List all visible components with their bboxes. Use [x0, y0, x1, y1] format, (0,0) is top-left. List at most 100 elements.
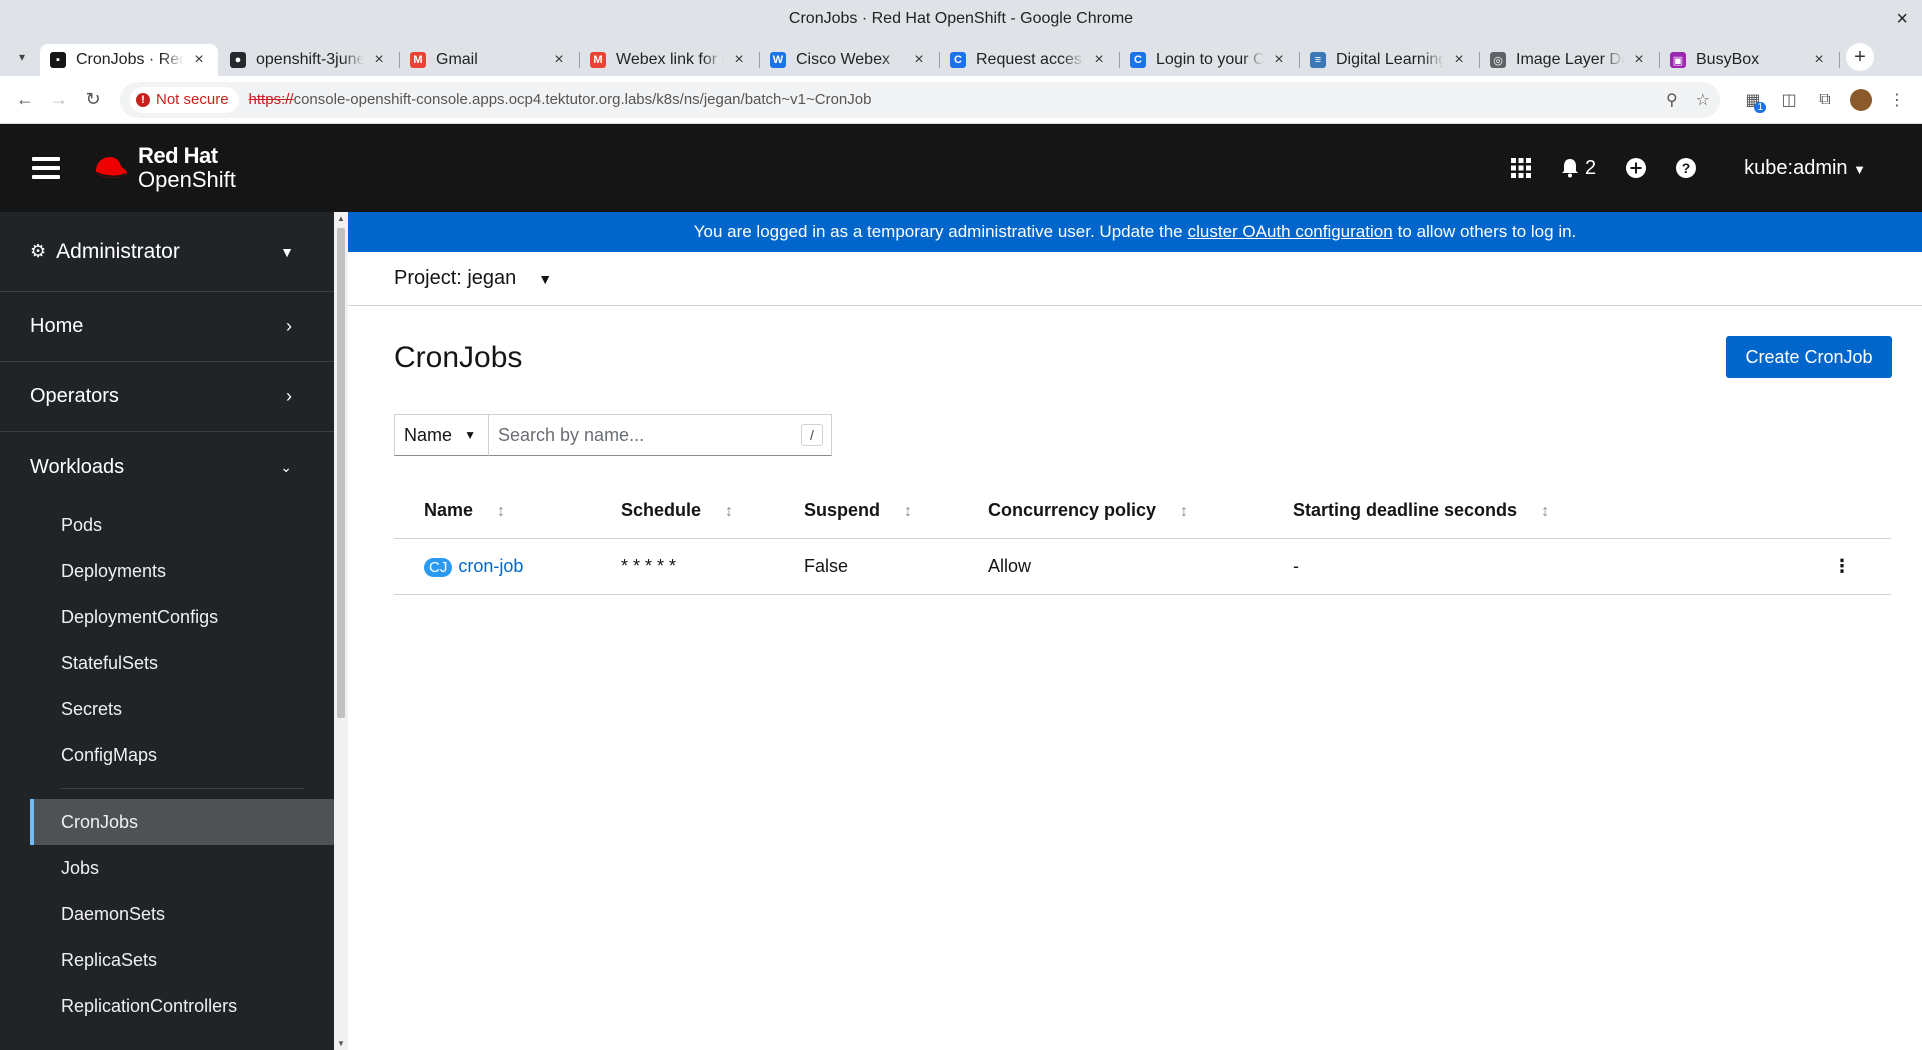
new-tab-button[interactable]: + [1846, 43, 1874, 71]
browser-tab[interactable]: M Webex link for th × [580, 44, 760, 76]
project-selector[interactable]: Project: jegan ▼ [348, 252, 1922, 306]
tab-favicon-icon: ● [230, 52, 246, 68]
tab-close-icon[interactable]: × [550, 51, 568, 69]
notifications-bell-icon[interactable]: 2 [1561, 157, 1596, 180]
chevron-down-icon: ⌄ [280, 458, 292, 475]
tab-close-icon[interactable]: × [910, 51, 928, 69]
sidebar-section-workloads[interactable]: Workloads ⌄ [0, 432, 334, 502]
reload-icon[interactable]: ↻ [78, 85, 108, 115]
browser-tab[interactable]: ◎ Image Layer Det × [1480, 44, 1660, 76]
tab-close-icon[interactable]: × [1630, 51, 1648, 69]
site-info-chip[interactable]: ! Not secure [130, 86, 239, 113]
tab-close-icon[interactable]: × [190, 51, 208, 69]
window-close-button[interactable]: × [1896, 0, 1908, 38]
section-label: Operators [30, 385, 119, 407]
sidebar-item-deploymentconfigs[interactable]: DeploymentConfigs [0, 594, 334, 640]
brand-top: Red Hat [138, 143, 218, 168]
search-input[interactable] [489, 424, 779, 446]
address-bar[interactable]: ! Not secure https://console-openshift-c… [120, 81, 1720, 118]
browser-tab[interactable]: M Gmail × [400, 44, 580, 76]
warning-icon: ! [136, 92, 150, 107]
table-row: CJ cron-job * * * * * False Allow - ⋮ [394, 538, 1891, 595]
sidebar-section-home[interactable]: Home › [0, 292, 334, 362]
sidebar-item-configmaps[interactable]: ConfigMaps [0, 732, 334, 778]
tab-title: Login to your Ca [1156, 51, 1264, 68]
tab-favicon-icon: ◎ [1490, 52, 1506, 68]
sort-icon: ↕ [725, 503, 734, 521]
tab-close-icon[interactable]: × [1450, 51, 1468, 69]
browser-tab[interactable]: ▣ BusyBox × [1660, 44, 1840, 76]
sidebar-item-jobs[interactable]: Jobs [0, 845, 334, 891]
bookmark-star-icon[interactable]: ☆ [1696, 90, 1710, 110]
extension-icon[interactable]: ▦ 1 [1738, 85, 1768, 115]
zoom-icon[interactable]: ⚲ [1666, 90, 1678, 110]
browser-tab[interactable]: W Cisco Webex × [760, 44, 940, 76]
column-header-concurrency[interactable]: Concurrency policy ↕ [958, 484, 1263, 539]
sidebar-item-replicasets[interactable]: ReplicaSets [0, 937, 334, 983]
chrome-menu-icon[interactable]: ⋮ [1882, 85, 1912, 115]
url-text[interactable]: https://console-openshift-console.apps.o… [249, 91, 1648, 108]
app-launcher-grid-icon[interactable] [1511, 158, 1532, 178]
browser-tab[interactable]: ● openshift-3june × [220, 44, 400, 76]
sidebar-item-replicationcontrollers[interactable]: ReplicationControllers [0, 983, 334, 1029]
sidebar-item-secrets[interactable]: Secrets [0, 686, 334, 732]
banner-text-end: to allow others to log in. [1397, 222, 1577, 241]
chevron-right-icon: › [286, 386, 292, 406]
sidebar-item-statefulsets[interactable]: StatefulSets [0, 640, 334, 686]
window-titlebar: CronJobs · Red Hat OpenShift - Google Ch… [0, 0, 1922, 38]
tab-search-chevron-icon[interactable]: ▾ [10, 42, 34, 72]
filter-type-select[interactable]: Name ▼ [394, 414, 489, 456]
openshift-logo[interactable]: Red Hat OpenShift [90, 144, 236, 192]
back-arrow-icon[interactable]: ← [10, 85, 40, 115]
tab-close-icon[interactable]: × [1270, 51, 1288, 69]
tab-favicon-icon: ▣ [1670, 52, 1686, 68]
tab-close-icon[interactable]: × [1090, 51, 1108, 69]
user-menu[interactable]: kube:admin ▼ [1744, 157, 1866, 180]
oauth-config-link[interactable]: cluster OAuth configuration [1188, 222, 1393, 242]
column-header-suspend[interactable]: Suspend ↕ [774, 484, 958, 539]
sidebar-section-operators[interactable]: Operators › [0, 362, 334, 432]
profile-avatar[interactable] [1846, 85, 1876, 115]
row-actions-kebab-icon[interactable]: ⋮ [1803, 538, 1891, 595]
section-label: Home [30, 315, 84, 337]
sidebar-scrollbar[interactable]: ▲ ▼ [334, 212, 348, 1050]
tab-close-icon[interactable]: × [370, 51, 388, 69]
tab-close-icon[interactable]: × [1810, 51, 1828, 69]
browser-tab[interactable]: ≡ Digital Learning × [1300, 44, 1480, 76]
perspective-label: Administrator [56, 239, 180, 263]
tab-title: BusyBox [1696, 51, 1760, 68]
search-field: / [489, 414, 832, 456]
tab-close-icon[interactable]: × [730, 51, 748, 69]
sidebar-item-deployments[interactable]: Deployments [0, 548, 334, 594]
forward-arrow-icon[interactable]: → [44, 85, 74, 115]
user-caret-icon: ▼ [1853, 161, 1866, 177]
column-header-deadline[interactable]: Starting deadline seconds ↕ [1263, 484, 1803, 539]
sidebar-item-cronjobs[interactable]: CronJobs [30, 799, 334, 845]
scroll-down-icon[interactable]: ▼ [334, 1039, 348, 1048]
sidebar-item-pods[interactable]: Pods [0, 502, 334, 548]
tab-favicon-icon: W [770, 52, 786, 68]
scroll-up-icon[interactable]: ▲ [334, 214, 348, 223]
puzzle-extensions-icon[interactable]: ⧉ [1810, 85, 1840, 115]
filter-toolbar: Name ▼ / [394, 414, 1922, 456]
perspective-switcher[interactable]: ⚙ Administrator ▼ [0, 212, 334, 292]
browser-tab[interactable]: C Request access × [940, 44, 1120, 76]
quick-create-plus-icon[interactable] [1626, 158, 1647, 178]
cronjob-badge: CJ [424, 557, 453, 577]
column-header-name[interactable]: Name ↕ [394, 484, 591, 539]
scrollbar-thumb[interactable] [337, 228, 345, 718]
sidebar-item-daemonsets[interactable]: DaemonSets [0, 891, 334, 937]
help-question-icon[interactable]: ? [1676, 158, 1697, 178]
column-header-schedule[interactable]: Schedule ↕ [591, 484, 774, 539]
filter-type-value: Name [404, 424, 453, 445]
extension-2-icon[interactable]: ◫ [1774, 85, 1804, 115]
hamburger-menu-icon[interactable] [32, 152, 60, 184]
section-label: Workloads [30, 455, 125, 478]
browser-tab[interactable]: C Login to your Ca × [1120, 44, 1300, 76]
cronjob-link[interactable]: cron-job [458, 556, 523, 576]
tab-title: Digital Learning [1336, 51, 1444, 68]
tab-title: Webex link for th [616, 51, 724, 68]
browser-tab[interactable]: ▪ CronJobs · Red Hat × [40, 44, 218, 76]
concurrency-cell: Allow [958, 538, 1263, 595]
create-cronjob-button[interactable]: Create CronJob [1726, 336, 1892, 378]
